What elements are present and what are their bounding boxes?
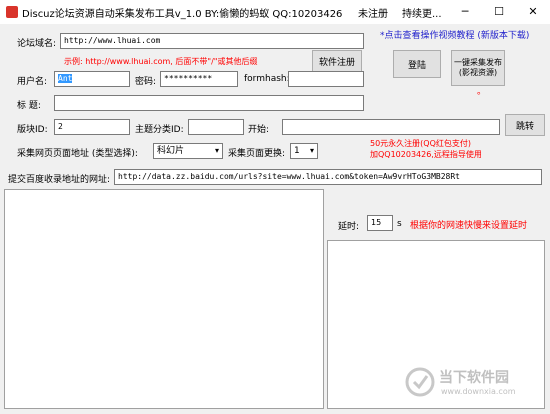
- collect-type-value: 科幻片: [157, 146, 185, 156]
- maximize-button[interactable]: ☐: [482, 0, 516, 24]
- update-label: 持续更...: [402, 9, 442, 20]
- delay-unit: s: [397, 219, 402, 229]
- publish-button[interactable]: 一键采集发布(影视资源): [451, 50, 505, 86]
- block-id-input[interactable]: 2: [54, 119, 130, 135]
- chevron-down-icon: ▾: [214, 146, 219, 155]
- forum-domain-input[interactable]: http://www.lhuai.com: [60, 33, 364, 49]
- baidu-url-label: 提交百度收录地址的网址:: [8, 175, 111, 185]
- start-label: 开始:: [248, 125, 270, 135]
- watermark-logo-icon: [405, 367, 435, 397]
- formhash-input[interactable]: [288, 71, 364, 87]
- collect-url-label: 采集网页页面地址 (类型选择):: [17, 149, 138, 159]
- jump-button[interactable]: 跳转: [505, 114, 545, 136]
- block-id-label: 版块ID:: [17, 125, 48, 135]
- password-label: 密码:: [135, 77, 157, 87]
- start-input[interactable]: [282, 119, 500, 135]
- password-input[interactable]: **********: [160, 71, 238, 87]
- app-icon: [6, 6, 18, 18]
- registration-status: 未注册: [358, 9, 388, 20]
- pay-note-1: 50元永久注册(QQ红包支付): [370, 139, 472, 148]
- window-title: Discuz论坛资源自动采集发布工具v_1.0 BY:偷懒的蚂蚁 QQ:1020…: [22, 9, 343, 20]
- pay-note-2: 加QQ10203426,远程指导使用: [370, 150, 482, 159]
- log-panel[interactable]: [4, 189, 324, 409]
- watermark-sub: www.downxia.com: [441, 387, 516, 396]
- username-label: 用户名:: [17, 77, 48, 87]
- delay-input[interactable]: 15: [367, 215, 393, 231]
- subject-input[interactable]: [54, 95, 364, 111]
- page-change-select[interactable]: 1 ▾: [290, 143, 318, 159]
- category-id-input[interactable]: [188, 119, 244, 135]
- formhash-label: formhash:: [244, 74, 290, 84]
- page-change-label: 采集页面更换:: [228, 149, 286, 159]
- delay-note: 根据你的网速快慢来设置延时: [410, 221, 528, 231]
- baidu-url-input[interactable]: http://data.zz.baidu.com/urls?site=www.l…: [114, 169, 542, 185]
- forum-domain-label: 论坛域名:: [17, 39, 57, 49]
- publish-dot: 。: [477, 87, 487, 97]
- register-button[interactable]: 软件注册: [312, 50, 362, 72]
- page-change-value: 1: [294, 146, 300, 156]
- watermark: 当下软件园 www.downxia.com: [405, 365, 545, 405]
- chevron-down-icon: ▾: [309, 146, 314, 155]
- close-button[interactable]: ✕: [516, 0, 550, 24]
- category-id-label: 主题分类ID:: [135, 125, 184, 135]
- login-button[interactable]: 登陆: [393, 50, 441, 78]
- example-hint: 示例: http://www.lhuai.com, 后面不带"/"或其他后缀: [64, 57, 258, 66]
- subject-label: 标 题:: [17, 101, 41, 111]
- collect-type-select[interactable]: 科幻片 ▾: [153, 143, 223, 159]
- username-value: Ant: [58, 74, 73, 83]
- minimize-button[interactable]: ─: [448, 0, 482, 24]
- tutorial-link[interactable]: *点击查看操作视频教程 (新版本下载): [380, 28, 529, 41]
- watermark-text: 当下软件园: [439, 370, 509, 386]
- delay-label: 延时:: [338, 222, 360, 232]
- username-input[interactable]: Ant: [54, 71, 130, 87]
